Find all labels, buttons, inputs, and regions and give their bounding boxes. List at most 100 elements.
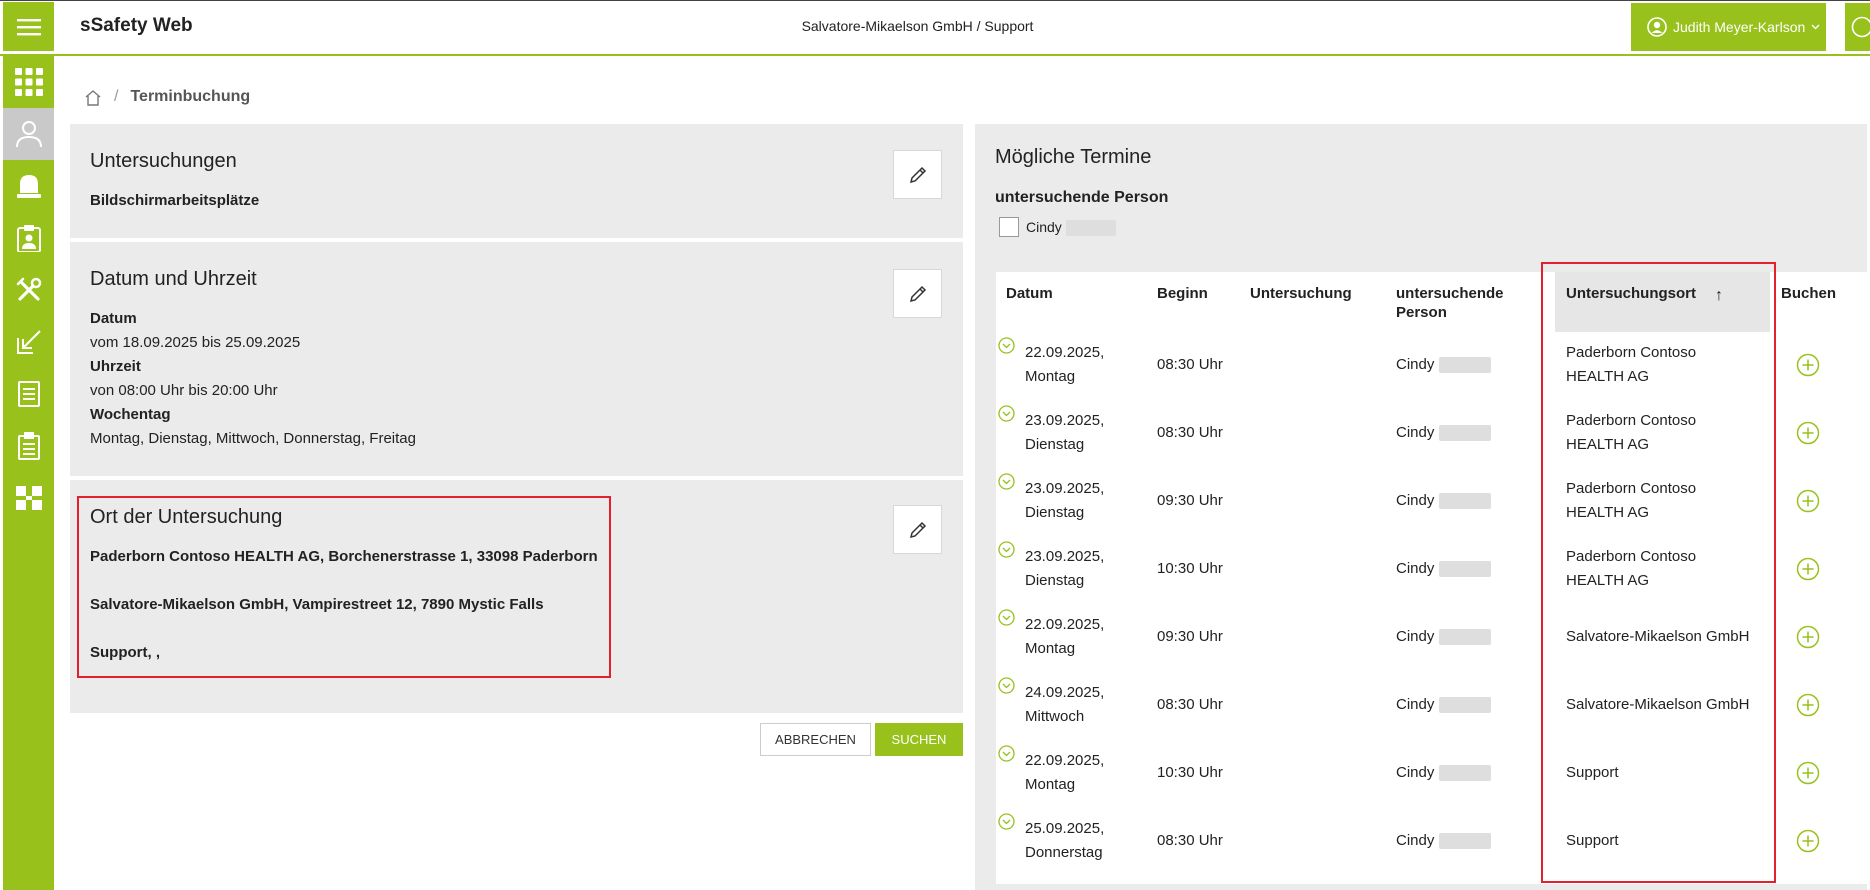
row-date: 23.09.2025, <box>1025 548 1105 565</box>
sidebar-item-persons[interactable] <box>3 108 54 160</box>
user-name: Judith Meyer-Karlson <box>1673 19 1806 35</box>
expand-row-icon[interactable] <box>998 609 1015 626</box>
book-appointment-button[interactable] <box>1796 625 1820 649</box>
pencil-icon <box>909 521 926 538</box>
row-date: 23.09.2025, <box>1025 412 1105 429</box>
row-weekday: Dienstag <box>1025 572 1085 589</box>
person-filter-checkbox[interactable] <box>999 217 1019 237</box>
book-appointment-button[interactable] <box>1796 693 1820 717</box>
row-person-first-name: Cindy <box>1396 492 1435 509</box>
highlight-box-ort <box>77 496 611 678</box>
row-datum: 23.09.2025, Dienstag <box>1025 477 1104 525</box>
row-datum: 22.09.2025, Montag <box>1025 341 1104 389</box>
row-datum: 25.09.2025, Donnerstag <box>1025 817 1104 865</box>
pencil-icon <box>909 166 926 183</box>
row-date: 22.09.2025, <box>1025 752 1105 769</box>
datum-label: Datum <box>90 310 137 327</box>
row-weekday: Montag <box>1025 776 1076 793</box>
row-weekday: Montag <box>1025 368 1076 385</box>
sidebar-item-documents[interactable] <box>3 368 54 420</box>
sidebar-item-checklists[interactable] <box>3 420 54 472</box>
row-datum: 23.09.2025, Dienstag <box>1025 409 1104 457</box>
untersuchungen-value: Bildschirmarbeitsplätze <box>90 192 260 209</box>
datum-title: Datum und Uhrzeit <box>90 268 257 290</box>
expand-row-icon[interactable] <box>998 677 1015 694</box>
pencil-icon <box>909 285 926 302</box>
redacted-surname <box>1438 493 1491 510</box>
row-person: Cindy <box>1396 353 1491 377</box>
row-person-first-name: Cindy <box>1396 356 1435 373</box>
row-person-first-name: Cindy <box>1396 560 1435 577</box>
expand-row-icon[interactable] <box>998 813 1015 830</box>
user-menu-button[interactable]: Judith Meyer-Karlson <box>1631 3 1826 51</box>
sidebar-item-organization[interactable] <box>3 472 54 524</box>
book-appointment-button[interactable] <box>1796 557 1820 581</box>
book-appointment-button[interactable] <box>1796 761 1820 785</box>
book-appointment-button[interactable] <box>1796 353 1820 377</box>
row-person-first-name: Cindy <box>1396 764 1435 781</box>
sidebar-item-examinations[interactable] <box>3 212 54 264</box>
edit-ort-button[interactable] <box>893 505 942 554</box>
untersuchungen-panel: Untersuchungen Bildschirmarbeitsplätze <box>70 124 963 238</box>
book-appointment-button[interactable] <box>1796 421 1820 445</box>
row-beginn: 10:30 Uhr <box>1157 764 1223 781</box>
sidebar-item-dashboard[interactable] <box>3 56 54 108</box>
col-header-beginn[interactable]: Beginn <box>1157 284 1208 303</box>
cancel-button[interactable]: ABBRECHEN <box>760 723 871 756</box>
expand-row-icon[interactable] <box>998 337 1015 354</box>
row-date: 23.09.2025, <box>1025 480 1105 497</box>
expand-row-icon[interactable] <box>998 473 1015 490</box>
chevron-down-icon <box>1811 24 1820 30</box>
redacted-surname <box>1438 833 1491 850</box>
wochentag-label: Wochentag <box>90 406 171 423</box>
row-person-first-name: Cindy <box>1396 424 1435 441</box>
redacted-surname <box>1438 697 1491 714</box>
breadcrumb: / Terminbuchung <box>84 88 250 106</box>
top-bar: sSafety Web Salvatore-Mikaelson GmbH / S… <box>0 0 1870 56</box>
row-person: Cindy <box>1396 693 1491 717</box>
row-person: Cindy <box>1396 829 1491 853</box>
row-person: Cindy <box>1396 489 1491 513</box>
row-datum: 24.09.2025, Mittwoch <box>1025 681 1104 729</box>
person-first-name: Cindy <box>1026 219 1062 235</box>
arrow-in-icon <box>16 330 41 354</box>
row-beginn: 09:30 Uhr <box>1157 492 1223 509</box>
search-button[interactable]: SUCHEN <box>875 723 963 756</box>
expand-row-icon[interactable] <box>998 405 1015 422</box>
redacted-surname <box>1438 629 1491 646</box>
col-header-untersuchung[interactable]: Untersuchung <box>1250 284 1352 303</box>
col-header-person[interactable]: untersuchende Person <box>1396 284 1516 322</box>
col-header-buchen: Buchen <box>1781 285 1837 302</box>
row-weekday: Donnerstag <box>1025 844 1103 861</box>
sidebar-item-alerts[interactable] <box>3 160 54 212</box>
row-beginn: 08:30 Uhr <box>1157 356 1223 373</box>
checklist-icon <box>17 432 40 460</box>
row-beginn: 08:30 Uhr <box>1157 696 1223 713</box>
bell-icon <box>16 175 41 198</box>
expand-row-icon[interactable] <box>998 745 1015 762</box>
breadcrumb-separator: / <box>114 88 119 105</box>
document-icon <box>17 381 40 407</box>
edit-untersuchungen-button[interactable] <box>893 150 942 199</box>
edit-datum-button[interactable] <box>893 269 942 318</box>
wochentag-value: Montag, Dienstag, Mittwoch, Donnerstag, … <box>90 430 416 447</box>
row-person: Cindy <box>1396 421 1491 445</box>
redacted-surname <box>1065 220 1116 237</box>
datum-panel: Datum und Uhrzeit Datum vom 18.09.2025 b… <box>70 242 963 476</box>
sidebar-item-import[interactable] <box>3 316 54 368</box>
expand-row-icon[interactable] <box>998 541 1015 558</box>
row-datum: 22.09.2025, Montag <box>1025 613 1104 661</box>
redacted-surname <box>1438 561 1491 578</box>
book-appointment-button[interactable] <box>1796 829 1820 853</box>
home-icon[interactable] <box>84 89 102 106</box>
apps-grid-icon <box>14 68 43 96</box>
row-weekday: Dienstag <box>1025 436 1085 453</box>
sidebar-item-tools[interactable] <box>3 264 54 316</box>
row-date: 22.09.2025, <box>1025 344 1105 361</box>
book-appointment-button[interactable] <box>1796 489 1820 513</box>
user-avatar-icon <box>1647 17 1667 37</box>
col-header-datum[interactable]: Datum <box>1006 284 1053 303</box>
row-person-first-name: Cindy <box>1396 628 1435 645</box>
help-button[interactable] <box>1845 3 1870 51</box>
row-person: Cindy <box>1396 557 1491 581</box>
